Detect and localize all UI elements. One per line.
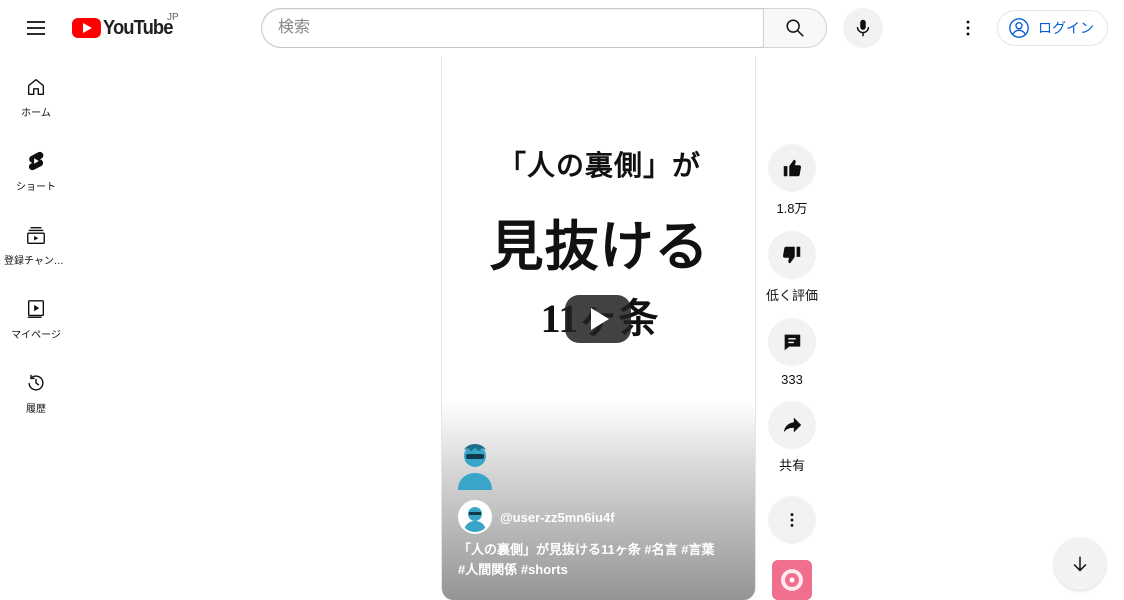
- country-code: JP: [167, 12, 179, 23]
- guide-item-home[interactable]: ホーム: [0, 56, 72, 130]
- share-arrow-icon: [783, 417, 802, 433]
- settings-more-button[interactable]: [948, 8, 988, 48]
- channel-avatar[interactable]: [458, 500, 492, 534]
- guide-item-shorts[interactable]: ショート: [0, 130, 72, 204]
- microphone-icon: [856, 19, 870, 37]
- guide-item-label: ショート: [16, 182, 56, 193]
- mini-guide: ホーム ショート 登録チャンネル マイページ 履歴: [0, 56, 72, 426]
- like-action: 1.8万: [764, 144, 820, 217]
- guide-item-history[interactable]: 履歴: [0, 352, 72, 426]
- vertical-ellipsis-icon: [966, 20, 970, 36]
- more-actions-button[interactable]: [768, 496, 816, 544]
- dislike-label: 低く評価: [765, 288, 818, 303]
- dislike-action: 低く評価: [764, 231, 820, 304]
- guide-item-library[interactable]: マイページ: [0, 278, 72, 352]
- share-action: 共有: [764, 401, 820, 474]
- comment-action: 333: [764, 318, 820, 387]
- dislike-button[interactable]: [768, 231, 816, 279]
- guide-item-label: ホーム: [21, 108, 51, 119]
- hamburger-menu-icon: [27, 21, 45, 35]
- search-input[interactable]: [261, 8, 763, 48]
- video-caption[interactable]: 「人の裏側」が見抜ける11ヶ条 #名言 #言葉 #人間関係 #shorts: [458, 540, 746, 580]
- shorts-action-bar: 1.8万 低く評価 333 共有: [764, 144, 820, 488]
- guide-item-label: マイページ: [11, 330, 61, 341]
- comment-count: 333: [781, 372, 803, 387]
- shorts-player[interactable]: 「人の裏側」が 見抜ける 11ヶ条 @user-zz5mn6iu4f 「人の裏側…: [441, 56, 756, 600]
- search-button[interactable]: [763, 8, 827, 48]
- channel-info[interactable]: @user-zz5mn6iu4f: [458, 500, 615, 534]
- subscriptions-icon: [27, 226, 45, 244]
- guide-menu-button[interactable]: [16, 8, 56, 48]
- account-circle-icon: [1009, 18, 1029, 38]
- channel-avatar-image-icon: [460, 502, 490, 532]
- sound-pivot-button[interactable]: [772, 560, 812, 600]
- login-button[interactable]: ログイン: [997, 10, 1108, 46]
- mascot-avatar-icon: [458, 444, 492, 490]
- shorts-icon: [28, 151, 44, 171]
- login-label: ログイン: [1038, 20, 1094, 36]
- like-count: 1.8万: [776, 201, 808, 216]
- share-label: 共有: [778, 458, 805, 473]
- thumbs-up-icon: [783, 159, 802, 177]
- like-button[interactable]: [768, 144, 816, 192]
- caption-line: 「人の裏側」が見抜ける11ヶ条 #名言 #言葉: [458, 542, 715, 557]
- guide-item-label: 登録チャンネル: [4, 256, 68, 267]
- search-box: [261, 8, 827, 48]
- comment-icon: [784, 334, 801, 351]
- play-button[interactable]: [565, 295, 631, 343]
- top-bar: YouTube JP ログイン: [0, 0, 1124, 56]
- youtube-logo[interactable]: YouTube: [72, 16, 179, 40]
- video-overlay-title-line2: 見抜ける: [489, 217, 710, 277]
- voice-search-button[interactable]: [843, 8, 883, 48]
- search-icon: [786, 19, 804, 37]
- logo-text: YouTube: [103, 16, 173, 39]
- home-icon: [27, 78, 45, 96]
- channel-handle[interactable]: @user-zz5mn6iu4f: [500, 510, 615, 525]
- video-overlay-title-line1: 「人の裏側」が: [497, 151, 701, 182]
- arrow-down-icon: [1073, 556, 1087, 572]
- thumbs-down-icon: [782, 246, 801, 264]
- comments-button[interactable]: [768, 318, 816, 366]
- sound-thumbnail-icon: [781, 569, 803, 591]
- share-button[interactable]: [768, 401, 816, 449]
- next-video-button[interactable]: [1054, 538, 1106, 590]
- guide-item-label: 履歴: [26, 404, 46, 415]
- youtube-play-logo-icon: [72, 18, 101, 38]
- vertical-ellipsis-icon: [790, 513, 794, 527]
- history-icon: [28, 374, 44, 391]
- caption-line: #人間関係 #shorts: [458, 562, 568, 577]
- guide-item-subscriptions[interactable]: 登録チャンネル: [0, 204, 72, 278]
- library-icon: [27, 300, 45, 318]
